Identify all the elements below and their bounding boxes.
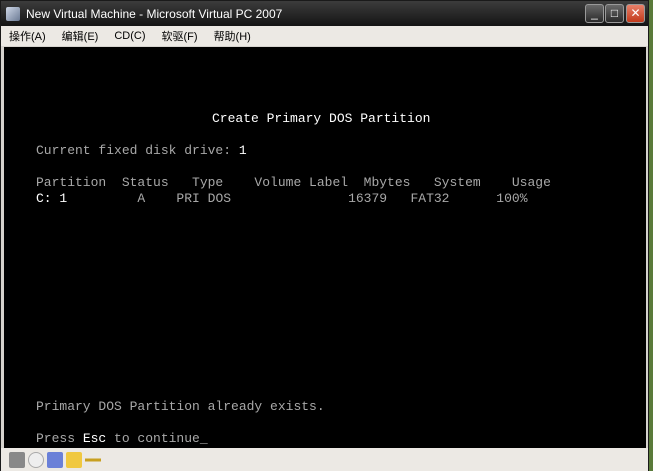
prompt: Press Esc to continue_ bbox=[36, 431, 208, 447]
drive-value: 1 bbox=[238, 143, 247, 158]
drive-line: Current fixed disk drive: 1 bbox=[36, 143, 247, 159]
shared-folder-icon[interactable] bbox=[66, 451, 82, 468]
prompt-key: Esc bbox=[82, 431, 107, 446]
menu-floppy[interactable]: 软驱(F) bbox=[154, 28, 206, 44]
network-icon[interactable] bbox=[85, 451, 101, 468]
virtual-pc-window: New Virtual Machine - Microsoft Virtual … bbox=[0, 0, 649, 471]
cd-icon[interactable] bbox=[28, 451, 44, 468]
status-bar bbox=[1, 448, 648, 471]
partition-details: A PRI DOS 16379 FAT32 100% bbox=[67, 191, 528, 206]
close-button[interactable]: ✕ bbox=[626, 4, 645, 23]
hard-disk-icon[interactable] bbox=[9, 451, 25, 468]
menu-help[interactable]: 帮助(H) bbox=[206, 28, 259, 44]
virtual-pc-icon bbox=[6, 6, 20, 21]
floppy-icon[interactable] bbox=[47, 451, 63, 468]
screen-heading: Create Primary DOS Partition bbox=[212, 111, 431, 126]
message: Primary DOS Partition already exists. bbox=[36, 399, 325, 414]
vm-screen[interactable]: Create Primary DOS Partition Current fix… bbox=[4, 47, 646, 448]
partition-id: C: 1 bbox=[36, 191, 68, 206]
title-bar[interactable]: New Virtual Machine - Microsoft Virtual … bbox=[1, 1, 648, 26]
menu-cd[interactable]: CD(C) bbox=[106, 30, 153, 42]
prompt-text-end: to continue bbox=[106, 431, 200, 446]
menu-action[interactable]: 操作(A) bbox=[1, 28, 54, 44]
maximize-button[interactable]: □ bbox=[605, 4, 624, 23]
partition-row: C: 1 A PRI DOS 16379 FAT32 100% bbox=[36, 191, 528, 207]
prompt-text: Press bbox=[36, 431, 83, 446]
menu-bar: 操作(A) 编辑(E) CD(C) 软驱(F) 帮助(H) bbox=[1, 26, 648, 46]
minimize-button[interactable]: _ bbox=[585, 4, 604, 23]
menu-edit[interactable]: 编辑(E) bbox=[54, 28, 107, 44]
column-headers: Partition Status Type Volume Label Mbyte… bbox=[36, 175, 551, 190]
drive-label: Current fixed disk drive: bbox=[36, 143, 239, 158]
window-title: New Virtual Machine - Microsoft Virtual … bbox=[26, 6, 283, 21]
cursor: _ bbox=[199, 431, 208, 446]
